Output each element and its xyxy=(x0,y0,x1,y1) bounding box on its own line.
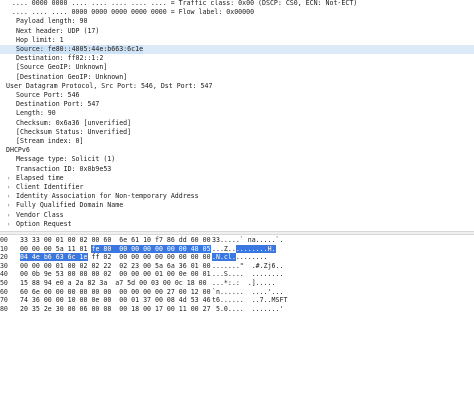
tree-row[interactable]: [Source GeoIP: Unknown] xyxy=(0,63,474,72)
hex-offset: 0020 xyxy=(0,253,8,262)
hex-bytes[interactable]: 00 00 00 01 00 02 02 22 02 23 00 5a 6a 3… xyxy=(20,262,211,271)
hex-offset: 0070 xyxy=(0,296,8,305)
tree-row-label: .... .... .... 0000 0000 0000 0000 0000 … xyxy=(0,8,255,17)
hex-offset: 0000 xyxy=(0,236,8,244)
expand-arrow-icon[interactable]: › xyxy=(6,201,11,210)
tree-row[interactable]: Next header: UDP (17) xyxy=(0,27,474,36)
hex-row[interactable]: 0080 20 35 2e 30 00 06 00 08 00 18 00 17 … xyxy=(0,305,474,314)
hex-row[interactable]: 0010 00 00 00 5a 11 01 fe 80 00 00 00 00 … xyxy=(0,244,474,254)
hex-offset: 0010 xyxy=(0,244,8,253)
tree-row-label: Identity Association for Non-temporary A… xyxy=(16,192,199,201)
ascii-bytes[interactable]: t6...... ..7..MSFT xyxy=(212,296,287,305)
hex-row[interactable]: 0000 33 33 00 01 00 02 00 60 6e 61 10 f7 … xyxy=(0,236,474,245)
tree-row[interactable]: › Fully Qualified Domain Name xyxy=(0,201,474,210)
hex-offset: 0060 xyxy=(0,287,8,296)
ascii-bytes[interactable]: 5.0.... .......' xyxy=(212,305,284,314)
tree-row-label: [Checksum Status: Unverified] xyxy=(16,127,132,136)
packet-bytes-pane[interactable]: 0000 33 33 00 01 00 02 00 60 6e 61 10 f7 … xyxy=(0,235,474,401)
hex-bytes[interactable]: 60 6e 00 00 00 00 00 00 00 00 00 00 27 0… xyxy=(20,288,211,297)
tree-row-label: Payload length: 90 xyxy=(16,17,88,26)
hex-offset: 0050 xyxy=(0,279,8,287)
tree-row-label: .... 0000 0000 .... .... .... .... .... … xyxy=(0,0,358,7)
hex-row[interactable]: 0050 15 88 94 e0 a 2a 82 3a a7 5d 00 03 0… xyxy=(0,279,474,288)
expand-arrow-icon[interactable]: › xyxy=(6,174,11,183)
tree-row[interactable]: › Vendor Class xyxy=(0,211,474,220)
tree-row-label: Destination Port: 547 xyxy=(16,100,100,109)
expand-arrow-icon[interactable]: › xyxy=(6,192,11,201)
tree-row[interactable]: Source Port: 546 xyxy=(0,91,474,100)
tree-row-label: Source: fe80::4805:44e:b663:6c1e xyxy=(16,45,144,55)
tree-row[interactable]: Payload length: 90 xyxy=(0,17,474,26)
tree-row[interactable]: User Datagram Protocol, Src Port: 546, D… xyxy=(0,82,474,91)
expand-arrow-icon[interactable]: › xyxy=(6,220,11,229)
ascii-bytes[interactable]: ......." .#.Zj6.. xyxy=(212,262,283,271)
packet-details-pane[interactable]: .... 0000 0000 .... .... .... .... .... … xyxy=(0,0,474,231)
tree-row-label: Fully Qualified Domain Name xyxy=(16,201,124,210)
tree-row-label: Next header: UDP (17) xyxy=(16,26,100,35)
hex-row[interactable]: 0070 74 36 00 00 10 00 0e 00 00 01 37 00 … xyxy=(0,296,474,305)
tree-row[interactable]: › Identity Association for Non-temporary … xyxy=(0,192,474,201)
ascii-bytes[interactable]: ...*:.: .]..... xyxy=(212,279,276,288)
tree-row-label: Client Identifier xyxy=(16,183,84,191)
hex-bytes[interactable]: 00 0b 9e 53 00 08 00 02 00 00 00 01 00 0… xyxy=(20,270,211,279)
ascii-bytes[interactable]: `n...... ....'... xyxy=(212,288,283,297)
tree-row-label: Checksum: 0x6a36 [unverified] xyxy=(16,118,132,127)
tree-row[interactable]: [Destination GeoIP: Unknown] xyxy=(0,73,474,82)
tree-row[interactable]: .... .... .... 0000 0000 0000 0000 0000 … xyxy=(0,8,474,17)
tree-row[interactable]: Transaction ID: 0x0b9e53 xyxy=(0,165,474,174)
tree-row[interactable]: Length: 90 xyxy=(0,109,474,118)
tree-row-label: [Destination GeoIP: Unknown] xyxy=(16,72,128,81)
tree-row[interactable]: › Elapsed time xyxy=(0,174,474,183)
hex-bytes[interactable]: 20 35 2e 30 00 06 00 08 00 18 00 17 00 1… xyxy=(20,305,211,314)
tree-row-label: User Datagram Protocol, Src Port: 546, D… xyxy=(6,81,213,90)
ascii-bytes[interactable]: ...S.... ........ xyxy=(212,270,283,279)
tree-row[interactable]: .... 0000 0000 .... .... .... .... .... … xyxy=(0,0,474,8)
tree-row-label: Option Request xyxy=(16,219,72,228)
tree-row-label: Elapsed time xyxy=(16,173,64,182)
tree-row[interactable]: › Option Request xyxy=(0,220,474,229)
hex-offset: 0030 xyxy=(0,261,8,270)
tree-row-label: Length: 90 xyxy=(16,109,56,118)
hex-bytes[interactable]: 04 4e b6 63 6c 1e ff 02 00 00 00 00 00 0… xyxy=(20,253,211,262)
hex-bytes[interactable]: 00 00 00 5a 11 01 fe 80 00 00 00 00 00 0… xyxy=(20,244,211,254)
expand-arrow-icon[interactable]: › xyxy=(6,211,11,220)
tree-row[interactable]: Destination: ff02::1:2 xyxy=(0,54,474,63)
tree-row[interactable]: [Stream index: 0] xyxy=(0,137,474,146)
tree-row-label: [Source GeoIP: Unknown] xyxy=(16,63,108,72)
tree-row-label: Vendor Class xyxy=(16,210,64,219)
hex-bytes[interactable]: 33 33 00 01 00 02 00 60 6e 61 10 f7 86 d… xyxy=(20,236,211,245)
tree-row-label: Message type: Solicit (1) xyxy=(16,155,116,164)
hex-offset: 0080 xyxy=(0,304,8,313)
hex-row[interactable]: 0030 00 00 00 01 00 02 02 22 02 23 00 5a … xyxy=(0,262,474,271)
tree-row[interactable]: Checksum: 0x6a36 [unverified] xyxy=(0,119,474,128)
hex-row[interactable]: 0040 00 0b 9e 53 00 08 00 02 00 00 00 01 … xyxy=(0,270,474,279)
hex-bytes[interactable]: 74 36 00 00 10 00 0e 00 00 01 37 00 08 4… xyxy=(20,296,211,305)
tree-row[interactable]: Hop limit: 1 xyxy=(0,36,474,45)
tree-row[interactable]: Message type: Solicit (1) xyxy=(0,155,474,164)
ascii-bytes[interactable]: ...Z..........H. xyxy=(212,244,276,254)
tree-row-label: Transaction ID: 0x0b9e53 xyxy=(16,164,112,173)
hex-bytes[interactable]: 15 88 94 e0 a 2a 82 3a a7 5d 00 03 00 0c… xyxy=(20,279,207,288)
hex-row[interactable]: 0060 60 6e 00 00 00 00 00 00 00 00 00 00 … xyxy=(0,288,474,297)
tree-row[interactable]: DHCPv6 xyxy=(0,146,474,155)
tree-row[interactable]: Source: fe80::4805:44e:b663:6c1e xyxy=(0,45,474,55)
ascii-bytes[interactable]: .N.cl......... xyxy=(212,253,268,262)
ascii-bytes[interactable]: 33.....` na.....`. xyxy=(212,236,283,245)
hex-offset: 0040 xyxy=(0,270,8,279)
tree-row-label: Hop limit: 1 xyxy=(16,35,64,44)
tree-row[interactable]: Destination Port: 547 xyxy=(0,100,474,109)
tree-row-label: [Stream index: 0] xyxy=(16,137,84,145)
tree-row[interactable]: [Checksum Status: Unverified] xyxy=(0,128,474,137)
expand-arrow-icon[interactable]: › xyxy=(6,183,11,192)
tree-row-label: DHCPv6 xyxy=(6,146,30,155)
tree-row[interactable]: › Client Identifier xyxy=(0,183,474,192)
tree-row-label: Destination: ff02::1:2 xyxy=(16,54,104,63)
hex-row[interactable]: 0020 04 4e b6 63 6c 1e ff 02 00 00 00 00 … xyxy=(0,253,474,262)
tree-row-label: Source Port: 546 xyxy=(16,91,80,99)
